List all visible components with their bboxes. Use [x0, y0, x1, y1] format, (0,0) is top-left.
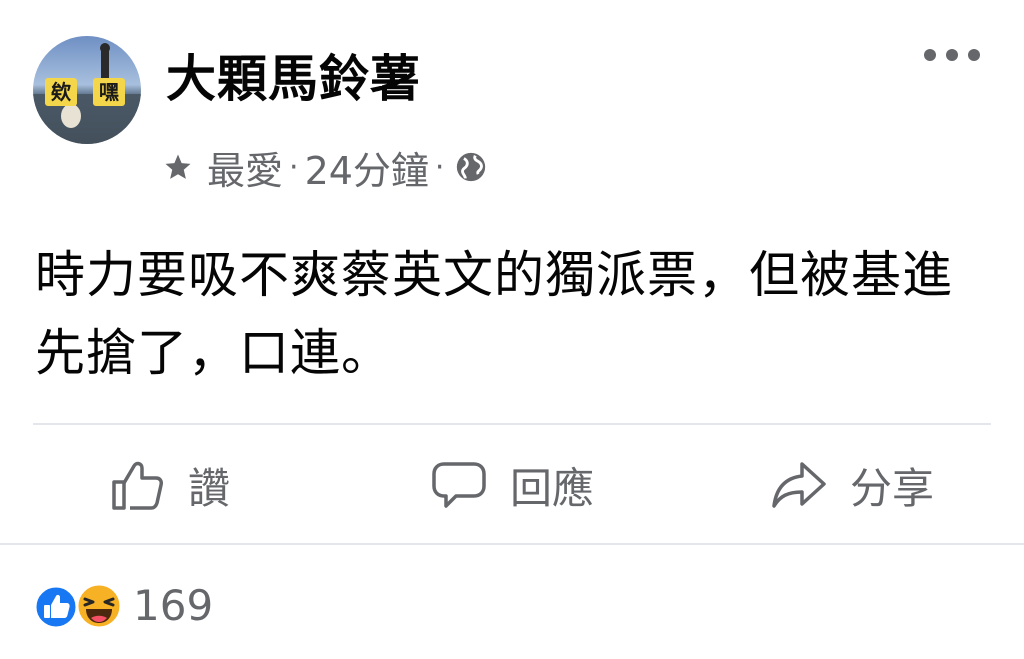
share-button[interactable]: 分享 [770, 450, 934, 520]
reaction-count: 169 [133, 581, 214, 630]
comment-bubble-icon [432, 462, 486, 508]
audience-label[interactable]: 最愛 [207, 140, 283, 195]
avatar[interactable]: 欸 嘿 [33, 36, 141, 144]
avatar-text-right: 嘿 [99, 80, 119, 104]
divider [33, 423, 991, 425]
more-dot-icon [946, 49, 958, 61]
more-dot-icon [924, 49, 936, 61]
avatar-text-left: 欸 [51, 80, 72, 104]
thumbs-up-icon [112, 461, 163, 510]
globe-icon[interactable] [454, 150, 488, 184]
star-icon [165, 154, 191, 179]
post-meta: 最愛 · 24分鐘 · [163, 140, 488, 195]
like-label: 讚 [188, 463, 231, 513]
post-text: 時力要吸不爽蔡英文的獨派票，但被基進先搶了，口連。 [35, 246, 953, 382]
avatar-image: 欸 嘿 [33, 36, 141, 144]
like-button[interactable]: 讚 [108, 450, 230, 520]
comment-button[interactable]: 回應 [430, 450, 594, 520]
facebook-post: 欸 嘿 大顆馬鈴薯 最愛 · 24分鐘 · 時力要吸不爽蔡英文的獨派票，但被基進… [0, 0, 1024, 659]
post-timestamp[interactable]: 24分鐘 [305, 140, 429, 195]
haha-reaction-icon [75, 582, 123, 630]
meta-separator: · [434, 149, 445, 185]
divider [0, 543, 1024, 545]
like-reaction-icon [33, 584, 79, 630]
comment-label: 回應 [510, 463, 595, 513]
more-dot-icon [968, 49, 980, 61]
share-label: 分享 [850, 463, 935, 513]
reaction-icons [33, 582, 125, 630]
meta-separator: · [289, 149, 299, 185]
more-options-button[interactable] [924, 38, 980, 72]
share-arrow-icon [772, 462, 826, 508]
reactions-summary[interactable]: 169 [33, 580, 213, 632]
author-name[interactable]: 大顆馬鈴薯 [166, 44, 421, 114]
